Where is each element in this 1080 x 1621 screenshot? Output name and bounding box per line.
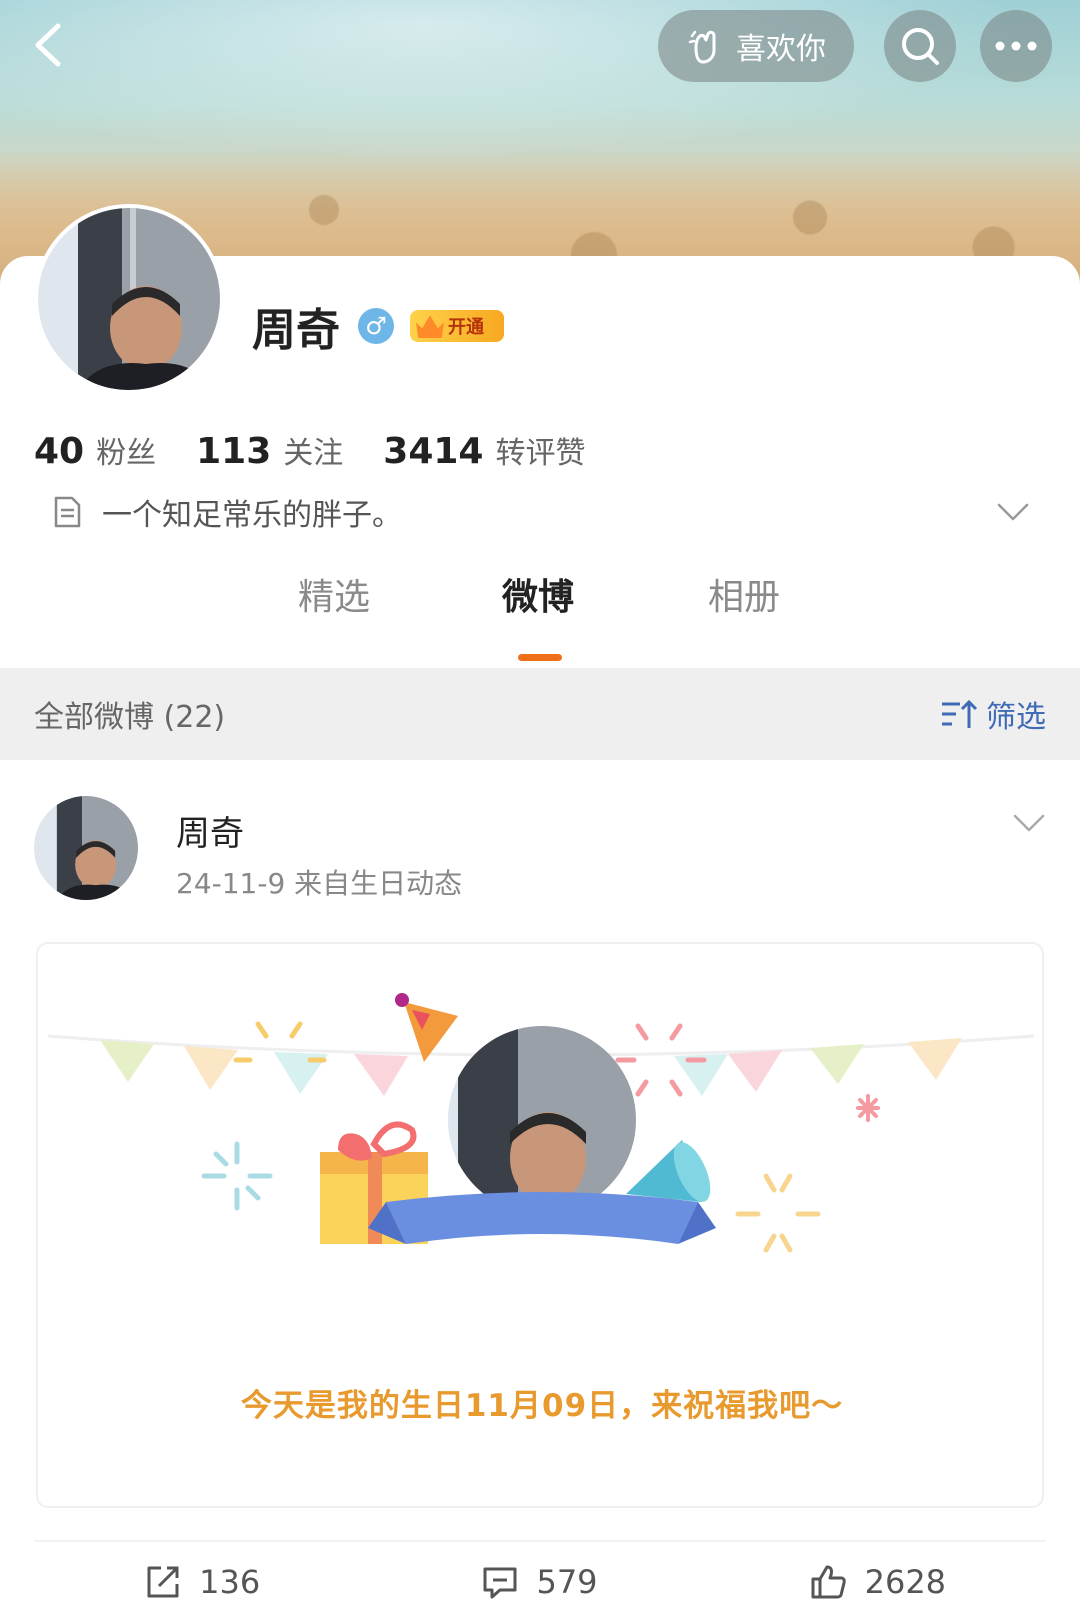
filter-button[interactable]: 筛选 [940,692,1046,736]
post-actions: 136 579 2628 [34,1540,1046,1621]
filter-label: 筛选 [986,700,1046,735]
bio-row[interactable]: 一个知足常乐的胖子。 [50,490,1030,534]
filter-bar: 全部微博 (22) 筛选 [0,668,1080,760]
like-you-button[interactable]: 喜欢你 [658,10,854,82]
post-header: 周奇 24-11-9 来自生日动态 [34,796,1046,906]
repost-button[interactable]: 136 [34,1563,371,1601]
profile-name: 周奇 [252,305,340,356]
profile-avatar[interactable] [34,204,224,394]
active-tab-indicator [518,654,562,661]
vip-open-badge[interactable]: 开通 [410,310,504,342]
more-button[interactable] [980,10,1052,82]
comment-icon [483,1567,517,1598]
all-posts-count: 全部微博 (22) [34,700,226,735]
filter-sort-icon [942,699,978,728]
profile-tabs: 精选 微博 相册 [0,568,1080,638]
search-button[interactable] [884,10,956,82]
like-button[interactable]: 2628 [709,1563,1046,1601]
stat-followers[interactable]: 40 粉丝 [34,428,156,472]
chevron-down-icon[interactable] [996,501,1030,523]
comment-button[interactable]: 579 [371,1563,708,1601]
document-icon [54,496,81,528]
chevron-down-icon[interactable] [1012,812,1046,834]
stat-number: 3414 [383,431,484,472]
stat-number: 40 [34,431,85,472]
avatar-photo [38,208,220,390]
comment-count: 579 [536,1562,598,1601]
thumbs-up-icon [811,1565,846,1598]
back-arrow-icon [35,23,61,67]
profile-name-row: 周奇 ♂ 开通 [252,296,504,356]
search-icon [902,28,939,65]
stat-label: 转评赞 [495,436,586,471]
tab-weibo[interactable]: 微博 [502,568,574,620]
post-author-avatar[interactable] [34,796,138,900]
avatar-photo [34,796,138,900]
stat-number: 113 [196,431,272,472]
stat-interactions[interactable]: 3414 转评赞 [383,428,585,472]
like-you-label: 喜欢你 [736,32,826,67]
hand-wave-icon [688,30,716,64]
more-dots-icon [995,41,1037,51]
stat-label: 粉丝 [96,436,157,471]
post-author-name[interactable]: 周奇 [176,806,244,855]
vip-open-label: 开通 [448,317,484,338]
profile-stats: 40 粉丝 113 关注 3414 转评赞 [34,428,625,472]
back-button[interactable] [28,20,68,70]
repost-icon [147,1566,179,1597]
stat-label: 关注 [283,436,344,471]
tab-album[interactable]: 相册 [708,568,780,620]
like-count: 2628 [864,1562,947,1601]
crown-icon [416,315,444,338]
repost-count: 136 [199,1562,261,1601]
stat-following[interactable]: 113 关注 [196,428,343,472]
tab-featured[interactable]: 精选 [298,568,370,620]
birthday-illustration [47,993,1035,1253]
post-meta: 24-11-9 来自生日动态 [176,867,463,900]
bio-text: 一个知足常乐的胖子。 [102,498,402,533]
birthday-message: 今天是我的生日11月09日，来祝福我吧～ [240,1388,844,1424]
birthday-card[interactable]: 今天是我的生日11月09日，来祝福我吧～ [36,942,1044,1508]
male-gender-icon: ♂ [358,308,394,344]
